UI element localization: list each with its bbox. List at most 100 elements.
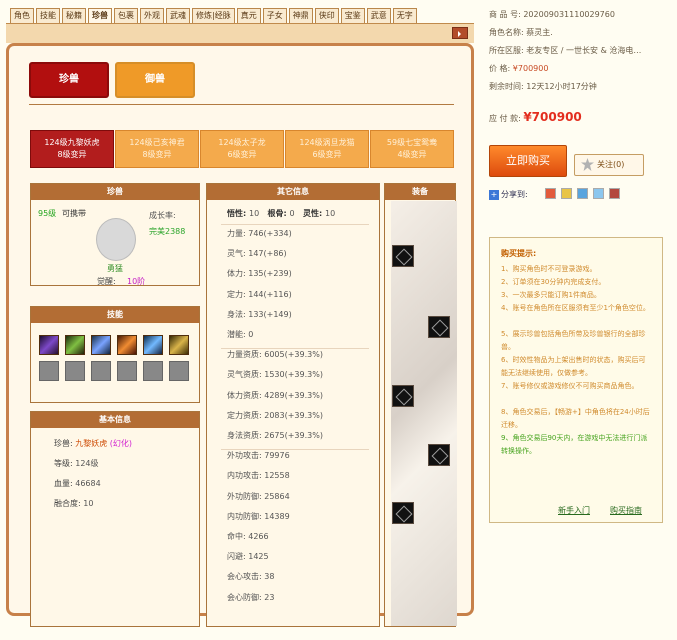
pet-card[interactable]: 59级七宝鸳鸯 4级变异 xyxy=(370,130,454,168)
other-info-value: 23 xyxy=(264,592,275,602)
other-info-row: 身法: 133(+149) xyxy=(227,309,292,320)
basic-info-title: 基本信息 xyxy=(31,412,199,428)
tab-10[interactable]: 神鼎 xyxy=(288,8,313,24)
basic-row-pet: 珍兽: 九黎妖虎 (幻化) xyxy=(54,438,132,449)
other-info-row: 内功攻击: 12558 xyxy=(227,470,290,481)
tab-3[interactable]: 珍兽 xyxy=(88,8,112,24)
role-name-row: 角色名称: 蔡灵主. xyxy=(489,27,553,38)
pet-card-name: 124级涡旦龙猫 xyxy=(299,138,355,147)
pet-avatar xyxy=(96,218,136,261)
payable-value: ¥700900 xyxy=(523,110,582,124)
other-info-row: 力量资质: 6005(+39.3%) xyxy=(227,349,323,360)
pet-panel-title: 珍兽 xyxy=(31,184,199,200)
tab-0[interactable]: 角色 xyxy=(10,8,34,24)
star-icon xyxy=(581,158,594,171)
tab-13[interactable]: 武意 xyxy=(366,8,391,24)
empty-skill-slot[interactable] xyxy=(39,361,59,381)
other-info-value: 135(+239) xyxy=(248,269,292,279)
equipment-title: 装备 xyxy=(385,184,455,200)
equipment-slot-icon[interactable] xyxy=(392,385,414,407)
share-qzone-icon[interactable] xyxy=(561,188,572,199)
skill-icon[interactable] xyxy=(65,335,85,355)
scroll-right-button[interactable] xyxy=(452,27,468,39)
tab-6[interactable]: 武魂 xyxy=(166,8,190,24)
lingxing-value: 10 xyxy=(325,209,336,218)
tab-14[interactable]: 无字 xyxy=(392,8,417,24)
equipment-slot-icon[interactable] xyxy=(428,316,450,338)
skill-icon[interactable] xyxy=(169,335,189,355)
basic-row-level: 等级: 124级 xyxy=(54,458,99,469)
skill-icon[interactable] xyxy=(117,335,137,355)
equipment-slot-icon[interactable] xyxy=(392,245,414,267)
empty-skill-slot[interactable] xyxy=(143,361,163,381)
other-info-label: 灵气资质: xyxy=(227,370,262,380)
empty-skill-slot[interactable] xyxy=(65,361,85,381)
pet-type-tab-yushou[interactable]: 御兽 xyxy=(115,62,195,98)
equipment-slot-icon[interactable] xyxy=(392,502,414,524)
pet-card[interactable]: 124级己亥神君 8级变异 xyxy=(115,130,199,168)
level-value: 124级 xyxy=(75,459,99,468)
other-info-value: 147(+86) xyxy=(248,249,287,259)
tab-11[interactable]: 侠印 xyxy=(314,8,339,24)
share-tencent-icon[interactable] xyxy=(593,188,604,199)
plus-icon: + xyxy=(489,190,499,200)
share-renren-icon[interactable] xyxy=(609,188,620,199)
equipment-slot-icon[interactable] xyxy=(428,444,450,466)
pet-card-list: 124级九黎妖虎 8级变异 124级己亥神君 8级变异 124级太子龙 6级变异 12… xyxy=(30,130,454,168)
other-info-value: 2675(+39.3%) xyxy=(264,431,323,440)
pet-card-mutation: 6级变异 xyxy=(312,150,342,159)
buy-now-button[interactable]: 立即购买 xyxy=(489,145,567,177)
payable-label: 应 付 款: xyxy=(489,114,521,123)
beginner-guide-link[interactable]: 新手入门 xyxy=(558,505,590,516)
tab-1[interactable]: 技能 xyxy=(36,8,60,24)
share-qq-icon[interactable] xyxy=(577,188,588,199)
remaining-time-value: 12天12小时17分钟 xyxy=(526,82,597,91)
pet-card[interactable]: 124级涡旦龙猫 6级变异 xyxy=(285,130,369,168)
skill-icon[interactable] xyxy=(143,335,163,355)
share-weibo-icon[interactable] xyxy=(545,188,556,199)
other-info-value: 25864 xyxy=(264,491,290,501)
pet-card[interactable]: 124级太子龙 6级变异 xyxy=(200,130,284,168)
tab-strip xyxy=(6,23,474,43)
other-info-row: 灵气: 147(+86) xyxy=(227,248,287,259)
tab-2[interactable]: 秘籍 xyxy=(62,8,86,24)
other-info-value: 133(+149) xyxy=(248,309,292,319)
tab-12[interactable]: 宝鉴 xyxy=(340,8,365,24)
share-label: 分享到: xyxy=(501,190,528,199)
growth-value: 完美2388 xyxy=(149,227,186,236)
empty-skill-slot[interactable] xyxy=(169,361,189,381)
empty-skill-slot[interactable] xyxy=(117,361,137,381)
equipment-panel: 装备 xyxy=(384,183,457,627)
pet-card[interactable]: 124级九黎妖虎 8级变异 xyxy=(30,130,114,168)
other-info-value: 2083(+39.3%) xyxy=(264,410,323,420)
tab-8[interactable]: 真元 xyxy=(236,8,261,24)
tab-9[interactable]: 子女 xyxy=(262,8,287,24)
awake-value: 10阶 xyxy=(127,277,146,286)
empty-skill-slot[interactable] xyxy=(91,361,111,381)
other-info-value: 4266 xyxy=(248,532,269,541)
character-detail-panel: 珍兽 御兽 124级九黎妖虎 8级变异 124级己亥神君 8级变异 124级太子龙 6… xyxy=(6,43,474,627)
other-info-label: 身法: xyxy=(227,309,246,319)
other-info-row: 灵气资质: 1530(+39.3%) xyxy=(227,369,323,380)
info-divider xyxy=(221,224,369,225)
purchase-tip: 7、账号修仪或游戏修仪不可购买商品角色。 xyxy=(501,382,639,390)
server-value: 老友专区 / 一世长安 & 沧海电… xyxy=(526,46,642,55)
pet-type-tab-zhenshou[interactable]: 珍兽 xyxy=(29,62,109,98)
pet-card-mutation: 8级变异 xyxy=(142,150,172,159)
other-info-row: 定力资质: 2083(+39.3%) xyxy=(227,410,323,421)
other-info-row: 外功攻击: 79976 xyxy=(227,450,290,461)
skill-icon[interactable] xyxy=(39,335,59,355)
other-info-label: 潜能: xyxy=(227,330,246,339)
tab-5[interactable]: 外观 xyxy=(140,8,164,24)
other-info-value: 4289(+39.3%) xyxy=(264,390,323,400)
buy-guide-link[interactable]: 购买指南 xyxy=(610,505,642,516)
other-info-label: 外功防御: xyxy=(227,491,262,501)
other-info-row: 体力资质: 4289(+39.3%) xyxy=(227,390,323,401)
pet-level: 95级 xyxy=(38,209,57,218)
tab-4[interactable]: 包裹 xyxy=(114,8,138,24)
pet-carry-text: 可携带 xyxy=(62,209,86,218)
tab-7[interactable]: 修炼|经脉 xyxy=(192,8,235,24)
pet-card-mutation: 6级变异 xyxy=(227,150,257,159)
follow-button[interactable]: 关注(0) xyxy=(574,154,644,176)
skill-icon[interactable] xyxy=(91,335,111,355)
